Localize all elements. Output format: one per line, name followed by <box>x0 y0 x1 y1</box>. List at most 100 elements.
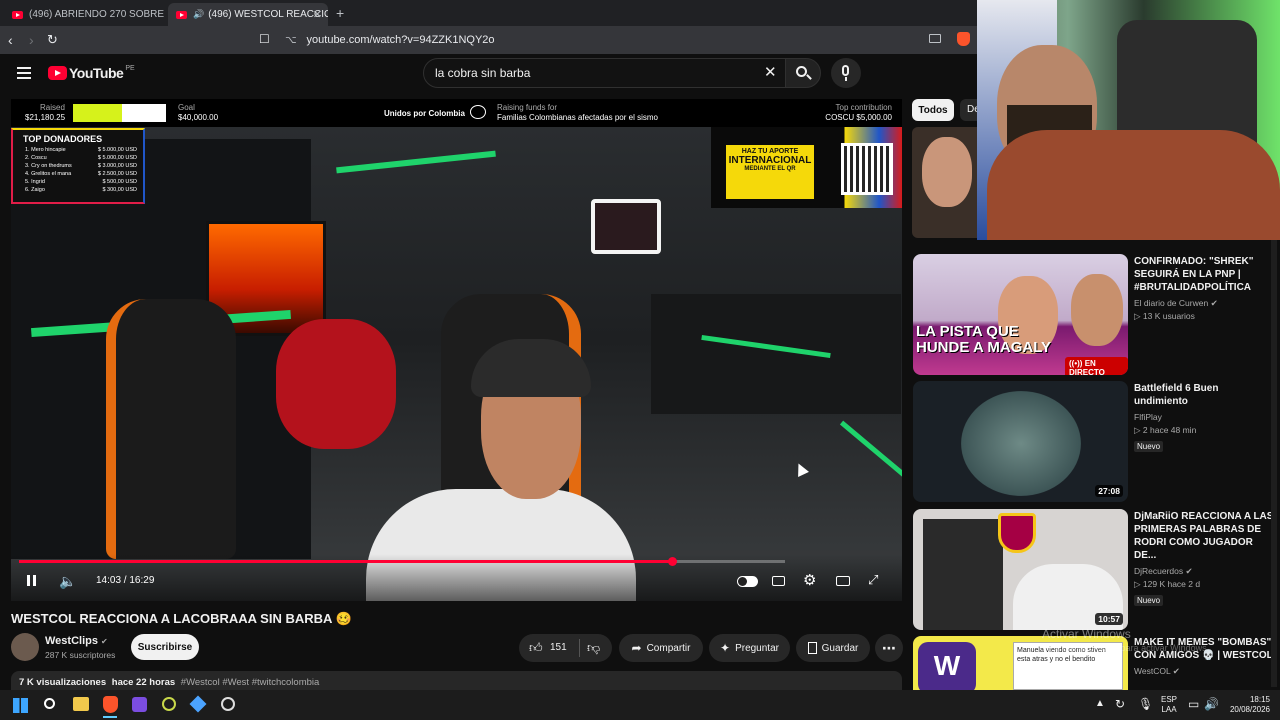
time-display: 14:03 / 16:29 <box>96 575 155 586</box>
more-actions-icon[interactable]: ⋯ <box>875 634 903 662</box>
speaker-tray-icon[interactable]: 🔊 <box>1204 697 1219 711</box>
card-meta: 2 hace 48 min <box>1142 425 1197 435</box>
chip-all[interactable]: Todos <box>912 99 954 121</box>
youtube-favicon-icon <box>176 10 187 19</box>
description-box[interactable]: 7 K visualizaciones hace 22 horas #Westc… <box>11 671 902 690</box>
donor-row: 2. Coscu $ 5.000,00 USD <box>25 154 137 162</box>
sidebar-card-1-meta[interactable]: CONFIRMADO: "SHREK" SEGUIRÁ EN LA PNP | … <box>1134 255 1274 322</box>
thumbs-down-icon[interactable]: 👎︎ <box>587 640 600 656</box>
voice-search-button[interactable] <box>831 58 861 88</box>
twitch-app-icon[interactable] <box>132 697 147 712</box>
autoplay-toggle[interactable] <box>737 576 758 587</box>
theater-mode-icon[interactable] <box>836 576 850 586</box>
donor-amount: $ 300,00 USD <box>102 187 137 193</box>
desk <box>651 294 901 414</box>
channel-name-row[interactable]: WestClips ✔ <box>45 635 108 647</box>
search-input[interactable]: la cobra sin barba <box>423 58 786 88</box>
logo-text: YouTube <box>69 65 124 81</box>
org-logo-icon <box>470 105 486 119</box>
like-dislike-group: 👍︎ 151 👎︎ <box>519 634 612 662</box>
sidebar-card-3-meta[interactable]: DjMaRiiO REACCIONA A LAS PRIMERAS PALABR… <box>1134 510 1274 608</box>
language-indicator[interactable]: ESP LAA <box>1161 695 1177 715</box>
video-duration: 27:08 <box>1095 485 1123 497</box>
new-badge: Nuevo <box>1134 595 1164 606</box>
sidebar-thumbnail-1[interactable]: LA PISTA QUE HUNDE A MAGALY ((•)) EN DIR… <box>913 254 1128 375</box>
donor-name: 4. Grelitos el mana <box>25 171 72 177</box>
browser-tab-2[interactable]: 🔊 (496) WESTCOL REACCIONA A ✕ <box>168 3 328 26</box>
thumb-headline: LA PISTA QUE HUNDE A MAGALY <box>916 323 1052 356</box>
sidebar-card-2-meta[interactable]: Battlefield 6 Buen undimiento FlfiPlay ▷… <box>1134 382 1274 454</box>
sidebar-thumbnail-0[interactable] <box>912 127 978 238</box>
card-meta: 13 K usuarios <box>1142 311 1195 321</box>
save-label: Guardar <box>821 642 859 654</box>
qr-callout: HAZ TU APORTE INTERNACIONAL MEDIANTE EL … <box>726 145 814 199</box>
share-button[interactable]: ➦ Compartir <box>619 634 703 662</box>
donor-row: 4. Grelitos el mana $ 2.500,00 USD <box>25 170 137 178</box>
settings-gear-icon[interactable]: ⚙ <box>803 571 816 589</box>
w-logo-icon: W <box>918 642 976 690</box>
site-info-icon[interactable]: ⌥ <box>285 35 297 46</box>
verified-icon: ✔ <box>1185 566 1193 576</box>
qr-donation-panel: HAZ TU APORTE INTERNACIONAL MEDIANTE EL … <box>711 127 902 208</box>
sparkle-icon: ✦ <box>720 641 731 655</box>
brave-shield-icon[interactable] <box>957 32 970 46</box>
app-icon[interactable] <box>162 697 176 711</box>
sidebar-thumbnail-2[interactable]: 27:08 <box>913 381 1128 502</box>
clock[interactable]: 18:15 20/08/2026 <box>1226 695 1270 715</box>
tray-sync-icon[interactable]: ↻ <box>1115 697 1125 711</box>
app-icon[interactable] <box>221 697 235 711</box>
subtitles-icon[interactable] <box>772 576 785 586</box>
like-count[interactable]: 151 <box>550 642 567 653</box>
search-value: la cobra sin barba <box>435 66 531 80</box>
seek-handle[interactable] <box>668 557 678 566</box>
volume-icon[interactable]: 🔈 <box>59 573 76 590</box>
menu-icon[interactable] <box>17 67 31 79</box>
card-title: Battlefield 6 Buen undimiento <box>1134 383 1219 407</box>
tab-label: (496) WESTCOL REACCIONA A <box>208 9 328 20</box>
brave-browser-icon[interactable] <box>103 696 118 713</box>
address-field[interactable]: ⌥ youtube.com/watch?v=94ZZK1NQY2o <box>255 29 975 51</box>
donor-name: 2. Coscu <box>25 155 47 161</box>
qr-line1: HAZ TU APORTE <box>741 148 799 155</box>
windows-start-icon[interactable] <box>13 698 28 713</box>
save-button[interactable]: Guardar <box>796 634 870 662</box>
card-channel: El diario de Curwen <box>1134 298 1209 308</box>
cast-icon[interactable] <box>929 34 941 43</box>
taskbar-search-icon[interactable] <box>44 698 55 709</box>
browser-tab-1[interactable]: (496) ABRIENDO 270 SOBRES EN BU <box>4 3 164 26</box>
file-explorer-icon[interactable] <box>73 697 89 711</box>
fullscreen-icon[interactable]: ⤢ <box>868 572 878 588</box>
clear-search-icon[interactable]: ✕ <box>764 63 777 81</box>
sidebar-thumbnail-3[interactable]: 10:57 <box>913 509 1128 630</box>
app-icon[interactable] <box>189 695 207 713</box>
card-title: CONFIRMADO: "SHREK" SEGUIRÁ EN LA PNP | … <box>1134 256 1254 293</box>
tray-expand-icon[interactable]: ▲ <box>1095 698 1105 709</box>
donor-amount: $ 3.000,00 USD <box>97 163 137 169</box>
view-count: 7 K visualizaciones <box>19 677 107 688</box>
donor-amount: $ 2.500,00 USD <box>97 171 137 177</box>
url-text: youtube.com/watch?v=94ZZK1NQY2o <box>306 34 495 46</box>
new-tab-icon[interactable]: + <box>336 5 344 21</box>
youtube-logo[interactable]: YouTube PE <box>48 65 135 81</box>
qr-code <box>841 143 893 195</box>
fc-barcelona-crest-icon <box>998 513 1036 553</box>
ask-button[interactable]: ✦ Preguntar <box>709 634 790 662</box>
video-title: WESTCOL REACCIONA A LACOBRAAA SIN BARBA … <box>11 611 352 626</box>
speaker-icon: 🔊 <box>193 9 205 19</box>
goal-label: Goal <box>178 103 195 112</box>
hashtags[interactable]: #Westcol #West #twitchcolombia <box>181 677 320 688</box>
live-viewers-icon: ▷ <box>1134 311 1143 321</box>
tray-mic-icon[interactable]: 🎙︎ <box>1138 697 1153 711</box>
video-player[interactable]: Raised $21,180.25 Goal $40,000.00 Unidos… <box>11 99 902 601</box>
close-tab-icon[interactable]: ✕ <box>313 8 322 21</box>
channel-avatar[interactable] <box>11 633 39 661</box>
subscribe-button[interactable]: Suscribirse <box>131 634 199 660</box>
pause-icon[interactable] <box>27 575 30 586</box>
search-button[interactable] <box>785 58 821 88</box>
raised-label: Raised <box>40 103 65 112</box>
thumbs-up-icon[interactable]: 👍︎ <box>529 640 543 656</box>
network-icon[interactable]: ▭ <box>1188 697 1199 711</box>
forward-icon[interactable]: › <box>29 32 34 48</box>
back-icon[interactable]: ‹ <box>8 32 13 48</box>
reload-icon[interactable]: ↻ <box>47 32 58 48</box>
